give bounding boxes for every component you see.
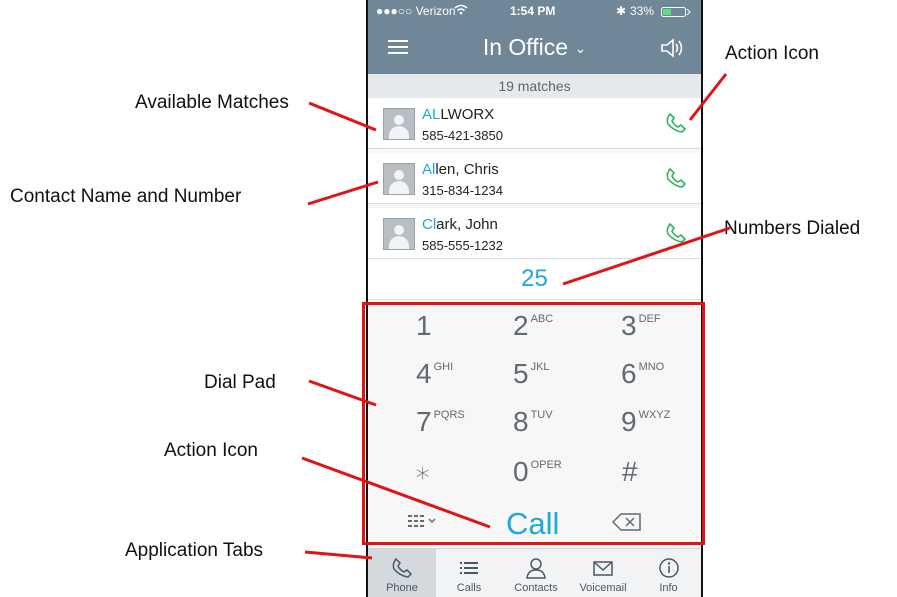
annotation-action-icon-top: Action Icon (725, 43, 819, 64)
annotation-numbers-dialed: Numbers Dialed (724, 218, 861, 239)
annotation-dial-pad: Dial Pad (204, 372, 276, 393)
contact-number: 315-834-1234 (422, 183, 503, 198)
nav-bar: In Office ⌄ (368, 22, 701, 74)
annotation-application-tabs: Application Tabs (125, 540, 264, 561)
tab-calls[interactable]: Calls (436, 549, 502, 597)
person-icon (526, 558, 546, 579)
tab-label: Info (659, 582, 678, 594)
tab-bar: Phone Calls Contacts Voicemail Info (368, 548, 701, 597)
annotation-action-icon-bottom: Action Icon (164, 440, 258, 461)
battery-icon (661, 6, 691, 20)
tab-info[interactable]: Info (636, 549, 701, 597)
tab-phone[interactable]: Phone (368, 549, 436, 597)
status-time: 1:54 PM (510, 4, 556, 18)
contact-row[interactable]: Allen, Chris 315-834-1234 (368, 153, 701, 204)
chevron-down-icon: ⌄ (574, 40, 587, 56)
call-icon[interactable] (665, 112, 687, 134)
tab-label: Calls (456, 582, 482, 594)
tab-contacts[interactable]: Contacts (502, 549, 570, 597)
contact-number: 585-555-1232 (422, 238, 503, 253)
contact-name: Clark, John (422, 216, 498, 233)
envelope-icon (593, 561, 613, 576)
phone-icon (392, 557, 413, 578)
nav-title: In Office (482, 34, 569, 60)
tab-label: Phone (386, 582, 418, 594)
tab-label: Voicemail (579, 582, 627, 594)
call-icon[interactable] (665, 222, 687, 244)
contact-name: ALLWORX (422, 106, 495, 123)
bluetooth-icon: ✱ (616, 4, 627, 18)
location-selector[interactable]: In Office ⌄ (368, 34, 701, 61)
annotation-available-matches: Available Matches (135, 92, 289, 113)
tab-voicemail[interactable]: Voicemail (570, 549, 636, 597)
matches-count: 19 matches (368, 74, 701, 98)
battery-percent: 33% (630, 4, 655, 18)
list-icon (460, 562, 478, 574)
avatar (383, 218, 415, 250)
dial-pad-highlight (362, 302, 705, 545)
dialed-number: 25 (368, 258, 701, 300)
contact-row[interactable]: Clark, John 585-555-1232 (368, 208, 701, 259)
contact-number: 585-421-3850 (422, 128, 503, 143)
avatar (383, 163, 415, 195)
annotation-line-tabs (304, 550, 373, 560)
contact-list: ALLWORX 585-421-3850 Allen, Chris 315-83… (368, 98, 701, 263)
call-icon[interactable] (665, 167, 687, 189)
speaker-icon[interactable] (659, 37, 685, 59)
tab-label: Contacts (514, 582, 558, 594)
carrier-label: ●●●○○ Verizon (376, 4, 456, 18)
annotation-contact-name-number: Contact Name and Number (10, 186, 242, 207)
wifi-icon (454, 4, 468, 18)
avatar (383, 108, 415, 140)
status-bar: ●●●○○ Verizon 1:54 PM ✱ 33% (368, 0, 701, 22)
contact-row[interactable]: ALLWORX 585-421-3850 (368, 98, 701, 149)
contact-name: Allen, Chris (422, 161, 499, 178)
info-icon (658, 558, 679, 578)
